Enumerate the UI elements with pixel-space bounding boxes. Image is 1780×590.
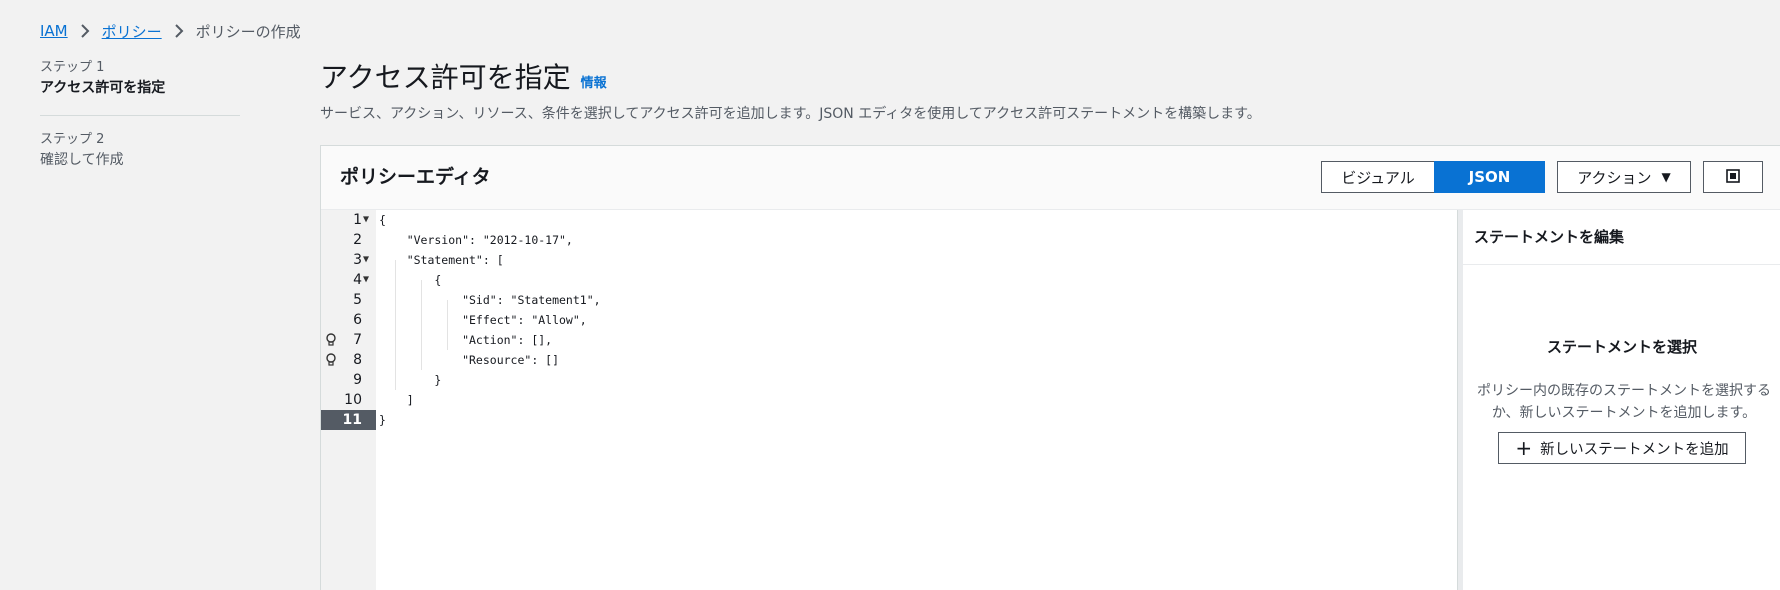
caret-down-icon: ▼ (1661, 170, 1671, 184)
actions-dropdown-button[interactable]: アクション ▼ (1557, 161, 1691, 193)
breadcrumb-iam[interactable]: IAM (40, 22, 68, 40)
chevron-right-icon (68, 24, 102, 38)
step-1-title: アクセス許可を指定 (40, 80, 166, 96)
page-description: サービス、アクション、リソース、条件を選択してアクセス許可を追加します。JSON… (320, 106, 1261, 122)
statement-panel-title: ステートメントを編集 (1474, 228, 1625, 246)
line-number: 9 (353, 372, 362, 388)
code-line: 6 "Effect": "Allow", (321, 310, 1457, 330)
code-text: { (379, 213, 386, 227)
step-1-number: ステップ 1 (40, 60, 105, 75)
code-text: "Statement": [ (379, 253, 504, 267)
code-text: "Sid": "Statement1", (379, 293, 601, 307)
code-text: "Action": [], (379, 333, 553, 347)
code-editor[interactable]: 1 ▼ { 2 "Version": "2012-10-17", 3 ▼ "St… (321, 210, 1457, 590)
policy-editor: ポリシーエディタ ビジュアル JSON アクション ▼ 1 ▼ { 2 "Ver… (320, 145, 1780, 590)
line-number: 8 (353, 352, 362, 368)
add-statement-button[interactable]: + 新しいステートメントを追加 (1498, 432, 1746, 464)
code-text: } (379, 373, 442, 387)
code-text: } (379, 413, 386, 427)
line-number: 5 (353, 292, 362, 308)
page-title: アクセス許可を指定 (320, 61, 571, 94)
line-number: 2 (353, 232, 362, 248)
breadcrumb-current: ポリシーの作成 (195, 22, 301, 41)
code-line: 4 ▼ { (321, 270, 1457, 290)
line-number: 1 (353, 212, 362, 228)
fold-toggle-icon[interactable]: ▼ (363, 210, 369, 230)
fold-toggle-icon[interactable]: ▼ (363, 270, 369, 290)
line-number: 3 (353, 252, 362, 268)
breadcrumb-policies[interactable]: ポリシー (102, 21, 162, 42)
code-line: 1 ▼ { (321, 210, 1457, 230)
panel-divider (1463, 264, 1780, 265)
step-divider (40, 115, 240, 116)
code-line: 5 "Sid": "Statement1", (321, 290, 1457, 310)
code-line: 8 "Resource": [] (321, 350, 1457, 370)
json-mode-button[interactable]: JSON (1434, 161, 1545, 193)
add-statement-label: 新しいステートメントを追加 (1540, 441, 1729, 458)
empty-state-description: ポリシー内の既存のステートメントを選択するか、新しいステートメントを追加します。 (1477, 383, 1771, 421)
plus-icon: + (1515, 436, 1533, 460)
fullscreen-icon (1726, 168, 1740, 187)
visual-mode-button[interactable]: ビジュアル (1321, 161, 1434, 193)
code-line: 9 } (321, 370, 1457, 390)
line-number: 4 (353, 272, 362, 288)
statement-panel: ステートメントを編集 ステートメントを選択 ポリシー内の既存のステートメントを選… (1463, 210, 1780, 590)
chevron-right-icon (162, 24, 196, 38)
info-link[interactable]: 情報 (581, 72, 607, 91)
code-text: "Version": "2012-10-17", (379, 233, 573, 247)
line-number: 6 (353, 312, 362, 328)
step-2-number: ステップ 2 (40, 132, 105, 147)
code-line: 10 ] (321, 390, 1457, 410)
code-line: 7 "Action": [], (321, 330, 1457, 350)
code-line-active: 11 } (321, 410, 1457, 430)
code-text: ] (379, 393, 414, 407)
editor-title: ポリシーエディタ (340, 166, 491, 188)
code-text: { (379, 273, 442, 287)
editor-mode-toggle: ビジュアル JSON (1321, 161, 1545, 193)
fold-toggle-icon[interactable]: ▼ (363, 250, 369, 270)
page-header: アクセス許可を指定 情報 (320, 60, 607, 96)
fullscreen-button[interactable] (1703, 161, 1763, 193)
code-text: "Resource": [] (379, 353, 560, 367)
wizard-steps: ステップ 1 アクセス許可を指定 ステップ 2 確認して作成 (40, 60, 240, 170)
editor-header: ポリシーエディタ ビジュアル JSON アクション ▼ (321, 146, 1780, 210)
code-line: 2 "Version": "2012-10-17", (321, 230, 1457, 250)
line-number: 10 (344, 392, 362, 408)
actions-label: アクション (1577, 168, 1652, 187)
code-text: "Effect": "Allow", (379, 313, 587, 327)
empty-state-title: ステートメントを選択 (1546, 338, 1697, 356)
code-line: 3 ▼ "Statement": [ (321, 250, 1457, 270)
breadcrumb: IAM ポリシー ポリシーの作成 (40, 19, 301, 43)
step-2-title[interactable]: 確認して作成 (40, 150, 240, 170)
line-number: 11 (342, 412, 362, 428)
line-number: 7 (353, 332, 362, 348)
